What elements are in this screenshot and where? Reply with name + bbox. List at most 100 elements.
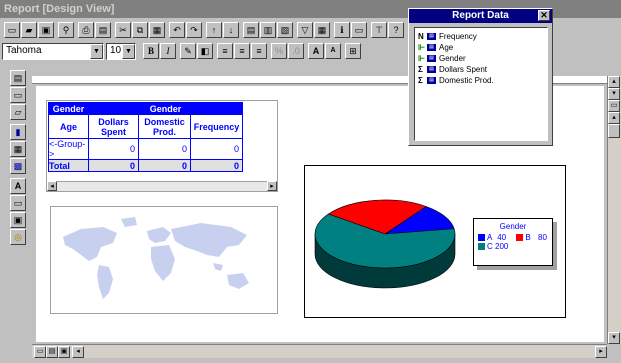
field-label: Frequency	[439, 32, 477, 41]
list-item[interactable]: ⊩ ▤ Age	[418, 42, 544, 53]
grid-icon[interactable]: ▦	[314, 22, 330, 38]
section-icon[interactable]: ▱	[10, 104, 26, 120]
report-data-panel[interactable]: Report Data ✕ N ▤ Frequency ⊩ ▤ Age ⊩ ▤ Gender…	[408, 8, 553, 146]
text-tool-icon[interactable]: A	[10, 178, 26, 194]
percent-icon[interactable]: %	[271, 43, 287, 59]
layout-2-icon[interactable]: ▥	[260, 22, 276, 38]
print-preview-icon[interactable]: ▤	[95, 22, 111, 38]
crosstab-object[interactable]: Gender Gender Age Dollars Spent Domestic…	[46, 100, 278, 192]
tree-icon[interactable]: ⊤	[371, 22, 387, 38]
scroll-right-icon[interactable]: ▸	[267, 181, 277, 191]
help-icon[interactable]: ?	[388, 22, 404, 38]
zoom-level-icon[interactable]: ▭	[608, 100, 620, 112]
decimal-icon[interactable]: .0	[288, 43, 304, 59]
font-name-select[interactable]: Tahoma ▼	[2, 43, 104, 60]
legend-swatch-b	[516, 234, 524, 242]
cut-icon[interactable]: ✂	[115, 22, 131, 38]
field-label: Dollars Spent	[439, 65, 488, 74]
map-object[interactable]	[50, 206, 278, 314]
scroll-up-icon[interactable]: ▴	[608, 76, 620, 88]
grow-font-button[interactable]: A	[308, 43, 324, 59]
paste-icon[interactable]: ▦	[149, 22, 165, 38]
map-icon[interactable]: ▩	[10, 158, 26, 174]
legend-title: Gender	[499, 222, 527, 231]
print-icon[interactable]: ⎙	[78, 22, 94, 38]
filter-icon[interactable]: ▽	[297, 22, 313, 38]
italic-button[interactable]: I	[160, 43, 176, 59]
zoom-icon[interactable]: ⚲	[58, 22, 74, 38]
shrink-font-button[interactable]: A	[325, 43, 341, 59]
bar-chart-icon[interactable]: ▮	[10, 124, 26, 140]
vertical-scrollbar[interactable]: ▴ ▾ ▭ ▴ ▾	[607, 76, 621, 344]
field-type-icon: N	[418, 32, 424, 41]
field-tag-icon: ▤	[427, 66, 436, 74]
scroll-page-up-icon[interactable]: ▾	[608, 88, 620, 100]
scroll-thumb[interactable]	[608, 124, 620, 138]
text-color-icon[interactable]: ✎	[180, 43, 196, 59]
page-icon[interactable]: ▭	[10, 87, 26, 103]
chart-legend: Gender A 40 B 80 C 200	[473, 218, 553, 266]
crosstab-scrollbar[interactable]: ◂ ▸	[47, 181, 277, 191]
horizontal-scrollbar[interactable]: ▭ ▤ ▣ ◂ ▸	[32, 344, 607, 358]
font-size-value: 10	[110, 45, 122, 56]
close-icon[interactable]: ✕	[538, 10, 550, 21]
legend-value: 200	[495, 242, 509, 251]
group-header-left: Gender	[48, 102, 89, 115]
layout-1-icon[interactable]: ▤	[243, 22, 259, 38]
sort-descending-icon[interactable]: ↓	[223, 22, 239, 38]
field-tool-icon[interactable]: ▭	[10, 195, 26, 211]
chevron-down-icon[interactable]: ▼	[122, 44, 135, 59]
list-item[interactable]: ⊩ ▤ Gender	[418, 53, 544, 64]
legend-swatch-c	[478, 243, 485, 251]
font-name-value: Tahoma	[6, 45, 42, 56]
legend-swatch-a	[478, 234, 485, 242]
field-type-icon: ⊩	[418, 54, 425, 63]
row-label: <-Group->	[48, 138, 89, 160]
scroll-page-down-icon[interactable]: ▴	[608, 112, 620, 124]
column-header: Domestic Prod.	[138, 114, 191, 139]
list-item[interactable]: N ▤ Frequency	[418, 31, 544, 42]
bold-button[interactable]: B	[143, 43, 159, 59]
scroll-left-icon[interactable]: ◂	[72, 346, 84, 358]
field-type-icon: ⊩	[418, 43, 425, 52]
align-right-icon[interactable]: ≡	[251, 43, 267, 59]
pie-chart-object[interactable]: Gender A 40 B 80 C 200	[304, 165, 566, 318]
redo-icon[interactable]: ↷	[186, 22, 202, 38]
scroll-right-icon[interactable]: ▸	[595, 346, 607, 358]
field-tag-icon: ▤	[427, 44, 436, 52]
properties-icon[interactable]: ▭	[351, 22, 367, 38]
info-icon[interactable]: ℹ	[334, 22, 350, 38]
border-icon[interactable]: ⊞	[345, 43, 361, 59]
layout-3-icon[interactable]: ▧	[277, 22, 293, 38]
cell-value: 0	[138, 159, 191, 172]
list-item[interactable]: Σ ▤ Dollars Spent	[418, 64, 544, 75]
align-left-icon[interactable]: ≡	[217, 43, 233, 59]
report-window: Report [Design View] ▭ ▰ ▣ ⚲ ⎙ ▤ ✂ ⧉ ▦ ↶…	[0, 0, 621, 363]
pie-chart	[314, 199, 456, 289]
report-icon[interactable]: ▤	[10, 70, 26, 86]
open-icon[interactable]: ▰	[21, 22, 37, 38]
list-item[interactable]: Σ ▤ Domestic Prod.	[418, 75, 544, 86]
scroll-left-icon[interactable]: ◂	[47, 181, 57, 191]
fill-color-icon[interactable]: ◧	[197, 43, 213, 59]
cell-value: 0	[190, 159, 243, 172]
report-data-title[interactable]: Report Data ✕	[409, 9, 552, 23]
field-tag-icon: ▤	[427, 55, 436, 63]
align-center-icon[interactable]: ≡	[234, 43, 250, 59]
save-icon[interactable]: ▣	[38, 22, 54, 38]
view-print-icon[interactable]: ▣	[58, 346, 70, 358]
crosstab-icon[interactable]: ▦	[10, 141, 26, 157]
legend-label: C	[487, 242, 493, 251]
copy-icon[interactable]: ⧉	[132, 22, 148, 38]
field-label: Age	[439, 43, 454, 52]
image-tool-icon[interactable]: ▣	[10, 212, 26, 228]
ole-tool-icon[interactable]: ◎	[10, 229, 26, 245]
new-icon[interactable]: ▭	[4, 22, 20, 38]
view-design-icon[interactable]: ▭	[34, 346, 46, 358]
undo-icon[interactable]: ↶	[169, 22, 185, 38]
sort-ascending-icon[interactable]: ↑	[206, 22, 222, 38]
chevron-down-icon[interactable]: ▼	[90, 44, 103, 59]
scroll-down-icon[interactable]: ▾	[608, 332, 620, 344]
font-size-select[interactable]: 10 ▼	[106, 43, 136, 60]
view-preview-icon[interactable]: ▤	[46, 346, 58, 358]
